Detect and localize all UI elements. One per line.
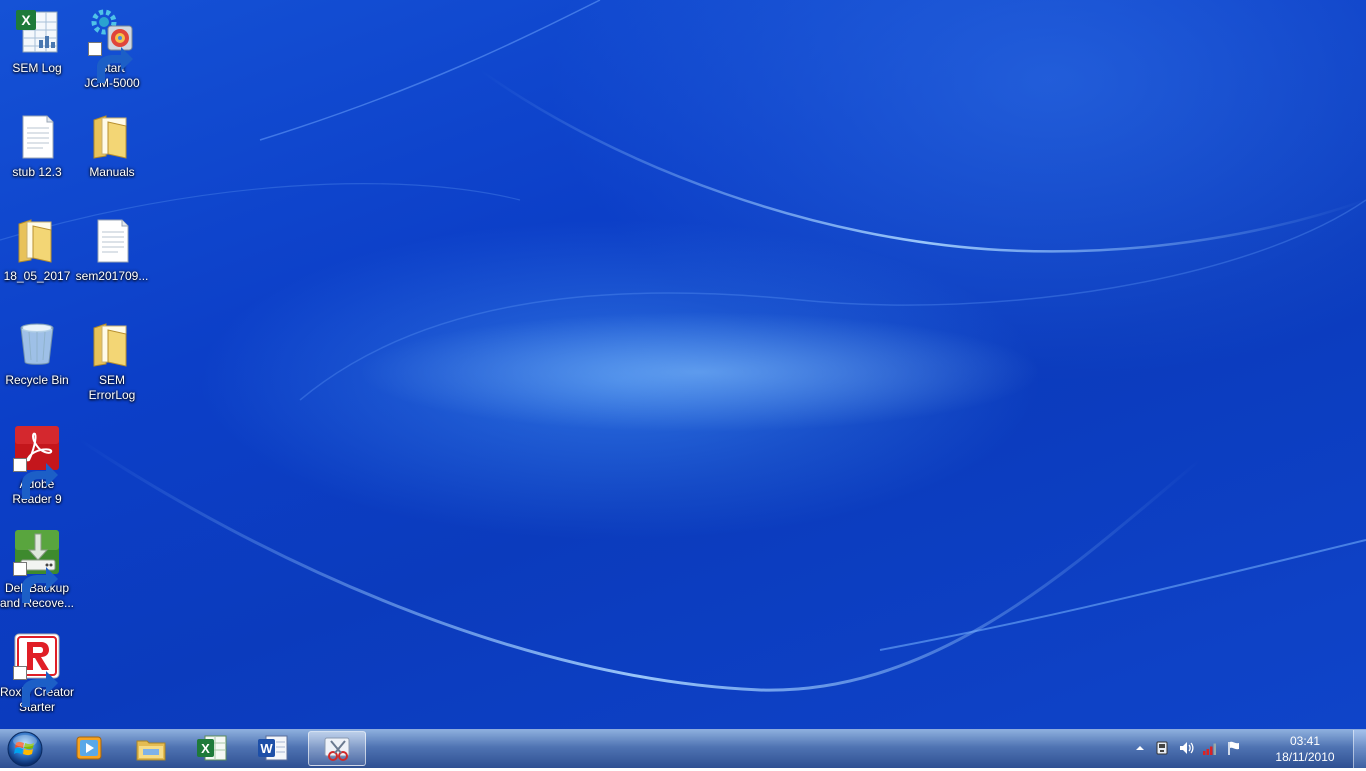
desktop-icon-dell-backup[interactable]: Dell Backup and Recove...: [0, 528, 75, 611]
taskbar-media-player-button[interactable]: [60, 731, 118, 766]
desktop-icon-stub[interactable]: stub 12.3: [0, 112, 75, 180]
adobe-reader-icon: [13, 424, 61, 499]
excel-icon: X: [197, 735, 227, 761]
desktop-icon-label: Recycle Bin: [5, 373, 69, 387]
clock-date: 18/11/2010: [1275, 750, 1335, 764]
desktop-icon-label: sem201709...: [75, 269, 149, 283]
action-center-flag-icon: [1228, 741, 1239, 755]
text-document-icon: [88, 216, 136, 264]
text-document-icon: [13, 112, 61, 160]
taskbar-clock[interactable]: 03:41 18/11/2010: [1270, 733, 1340, 765]
desktop-icon-label: SEM ErrorLog: [88, 373, 136, 402]
taskbar-excel-button[interactable]: X: [183, 731, 241, 766]
show-hidden-icons-icon: [1136, 746, 1144, 750]
folder-icon: [88, 320, 136, 368]
tray-signal-button[interactable]: [1202, 740, 1218, 756]
desktop-icon-folder-date[interactable]: 18_05_2017: [0, 216, 75, 284]
desktop-icon-label: Manuals: [89, 165, 135, 179]
folder-icon: [13, 216, 61, 264]
windows-start-orb-icon: [7, 731, 43, 767]
show-hidden-icons-button[interactable]: [1132, 740, 1148, 756]
desktop-icon-label: 18_05_2017: [3, 269, 71, 283]
excel-spreadsheet-icon: X: [13, 8, 61, 56]
tray-network-adapter-button[interactable]: [1154, 740, 1170, 756]
taskbar-snipping-tool-button[interactable]: [308, 731, 366, 766]
taskbar-explorer-button[interactable]: [122, 731, 180, 766]
desktop-icon-sem-errorlog[interactable]: SEM ErrorLog: [74, 320, 150, 403]
svg-text:X: X: [201, 741, 210, 756]
desktop-icon-sem-log[interactable]: X SEM Log: [0, 8, 75, 76]
dell-backup-icon: [13, 528, 61, 603]
snipping-tool-icon: [324, 737, 350, 761]
desktop-icon-sem-file[interactable]: sem201709...: [74, 216, 150, 284]
shortcut-arrow-icon: [13, 562, 58, 603]
tray-action-center-button[interactable]: [1226, 740, 1242, 756]
desktop-icon-recycle-bin[interactable]: Recycle Bin: [0, 320, 75, 388]
desktop-icon-roxio[interactable]: Roxio Creator Starter: [0, 632, 75, 715]
gear-app-icon: [88, 8, 136, 83]
file-explorer-icon: [136, 740, 166, 761]
clock-time: 03:41: [1289, 734, 1321, 748]
desktop-icon-label: SEM Log: [12, 61, 62, 75]
svg-text:X: X: [21, 12, 31, 28]
shortcut-arrow-icon: [13, 458, 58, 499]
desktop-icon-adobe-reader[interactable]: Adobe Reader 9: [0, 424, 75, 507]
signal-bars-icon: [1203, 743, 1216, 755]
volume-icon: [1180, 742, 1194, 754]
shortcut-arrow-icon: [13, 666, 58, 707]
taskbar-word-button[interactable]: W: [244, 731, 302, 766]
word-icon: W: [258, 735, 288, 761]
folder-icon: [88, 112, 136, 160]
shortcut-arrow-icon: [88, 42, 133, 83]
svg-text:W: W: [260, 741, 273, 756]
media-player-icon: [76, 736, 102, 760]
desktop[interactable]: X SEM Log Start JCM-5000 stub 12.3 Manua…: [0, 0, 1366, 729]
desktop-icon-start-jcm[interactable]: Start JCM-5000: [74, 8, 150, 91]
desktop-icon-label: stub 12.3: [12, 165, 62, 179]
taskbar: X W 03:41 18/11/2010: [0, 729, 1366, 768]
desktop-icon-manuals[interactable]: Manuals: [74, 112, 150, 180]
recycle-bin-icon: [13, 320, 61, 368]
roxio-icon: [13, 632, 61, 707]
start-button[interactable]: [5, 731, 45, 767]
wallpaper-swooshes: [0, 0, 1366, 692]
tray-volume-button[interactable]: [1178, 740, 1194, 756]
show-desktop-button[interactable]: [1353, 730, 1366, 768]
network-adapter-icon: [1156, 741, 1168, 755]
